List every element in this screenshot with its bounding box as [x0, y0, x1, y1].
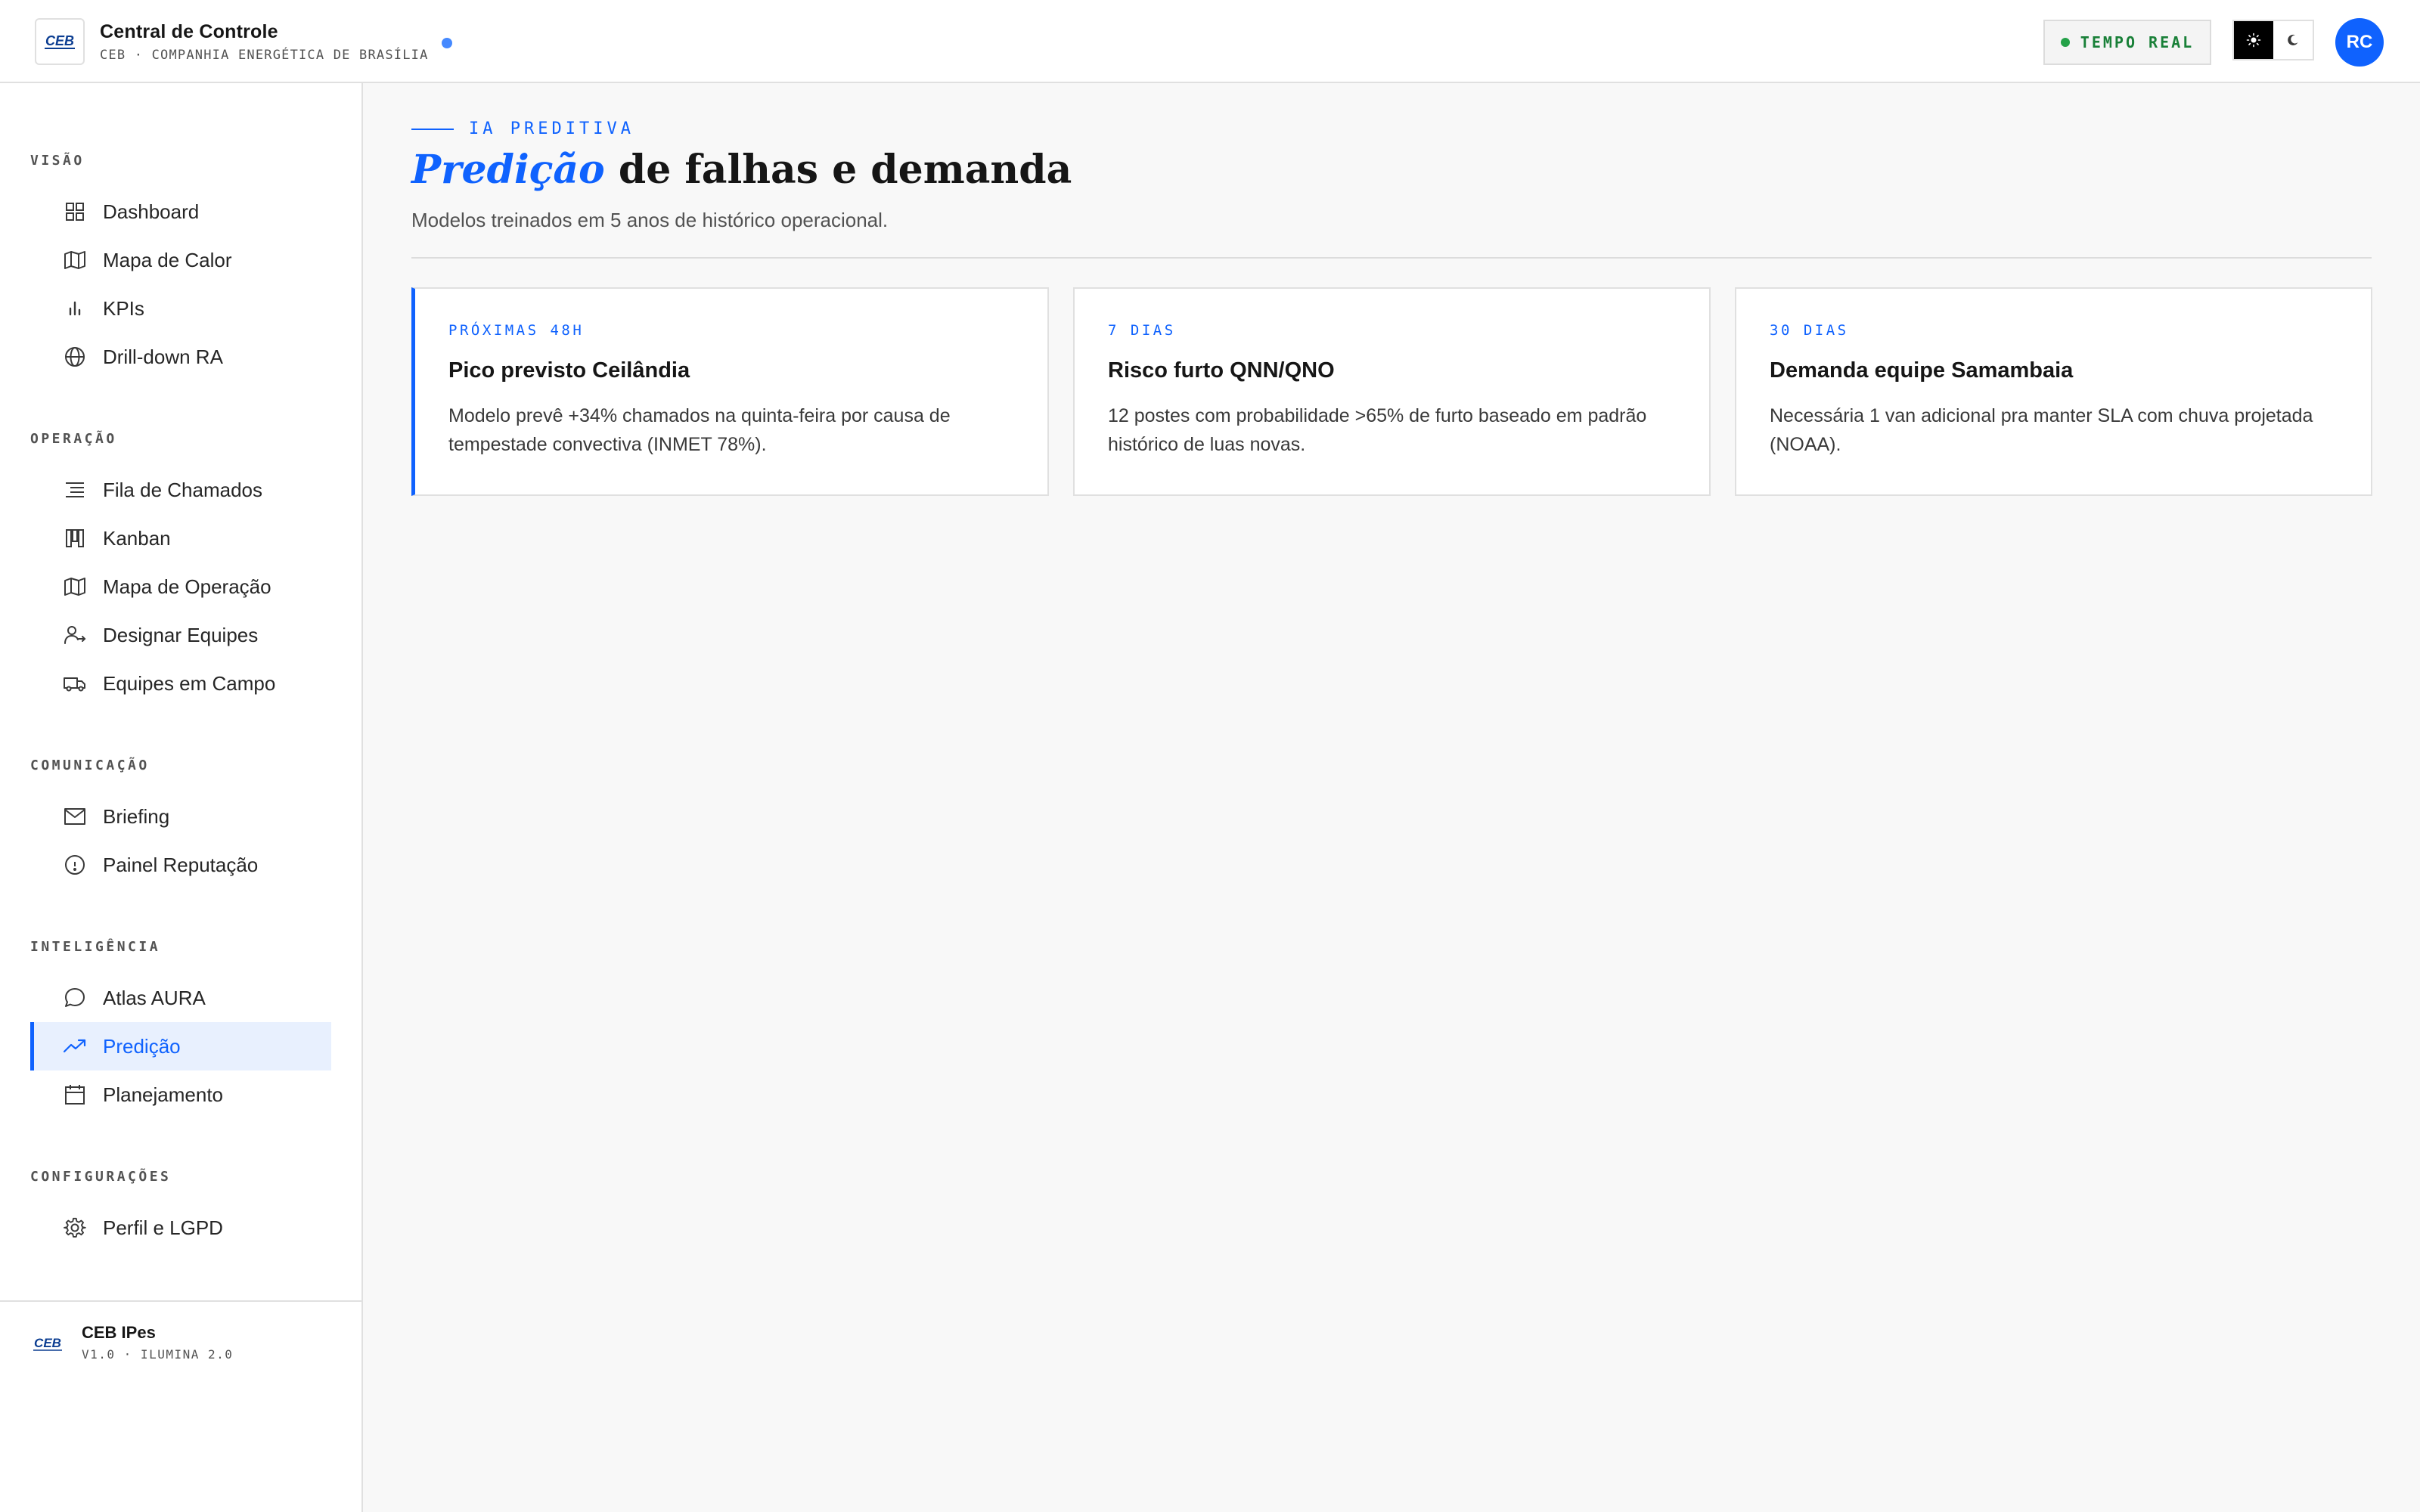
sidebar-item-label: Designar Equipes	[103, 623, 259, 646]
prediction-card[interactable]: 7 DIAS Risco furto QNN/QNO 12 postes com…	[1073, 287, 1711, 496]
realtime-badge: TEMPO REAL	[2043, 20, 2211, 65]
map-icon	[62, 247, 88, 273]
trend-icon	[62, 1033, 88, 1059]
nav-section-configuracoes: CONFIGURAÇÕES Perfil e LGPD	[0, 1169, 363, 1252]
calendar-icon	[62, 1082, 88, 1108]
card-title: Pico previsto Ceilândia	[448, 358, 690, 383]
page-subtitle: Modelos treinados em 5 anos de histórico…	[411, 209, 889, 231]
mail-icon	[62, 804, 88, 829]
sidebar-item-planejamento[interactable]: Planejamento	[30, 1070, 331, 1119]
sidebar-item-label: Predição	[103, 1034, 181, 1058]
sidebar-item-atlas-aura[interactable]: Atlas AURA	[30, 974, 331, 1022]
sidebar-item-kpis[interactable]: KPIs	[30, 284, 331, 333]
divider	[411, 257, 2372, 259]
svg-text:CEB: CEB	[34, 1336, 61, 1350]
sidebar-item-mapa-de-operacao[interactable]: Mapa de Operação	[30, 562, 331, 611]
info-circle-icon	[62, 852, 88, 878]
app-title: Central de Controle	[100, 21, 278, 42]
ceb-logo[interactable]: CEB	[35, 18, 85, 65]
sidebar-item-label: Mapa de Operação	[103, 575, 271, 598]
app-subtitle: CEB · COMPANHIA ENERGÉTICA DE BRASÍLIA	[100, 48, 429, 63]
card-horizon-tag: PRÓXIMAS 48H	[448, 322, 585, 339]
card-horizon-tag: 7 DIAS	[1108, 322, 1176, 339]
sidebar-item-label: Planejamento	[103, 1083, 223, 1106]
map-icon	[62, 574, 88, 600]
nav-section-inteligencia: INTELIGÊNCIA Atlas AURA Predição Planeja…	[0, 939, 363, 1119]
light-theme-button[interactable]	[2234, 21, 2273, 59]
sidebar-item-designar-equipes[interactable]: Designar Equipes	[30, 611, 331, 659]
sidebar-item-label: Drill-down RA	[103, 345, 223, 368]
theme-toggle	[2232, 20, 2314, 60]
sidebar-item-perfil-e-lgpd[interactable]: Perfil e LGPD	[30, 1204, 331, 1252]
sidebar-item-label: Briefing	[103, 804, 170, 828]
realtime-label: TEMPO REAL	[2080, 33, 2195, 51]
section-label: CONFIGURAÇÕES	[30, 1169, 172, 1185]
top-header: CEB Central de Controle CEB · COMPANHIA …	[0, 0, 2420, 83]
eyebrow-label: IA PREDITIVA	[469, 119, 634, 138]
gear-icon	[62, 1215, 88, 1241]
sidebar-item-label: Mapa de Calor	[103, 248, 232, 271]
card-title: Risco furto QNN/QNO	[1108, 358, 1335, 383]
sidebar-item-painel-reputacao[interactable]: Painel Reputação	[30, 841, 331, 889]
sidebar-item-label: KPIs	[103, 296, 144, 320]
nav-section-visao: VISÃO Dashboard Mapa de Calor KPIs Drill…	[0, 153, 363, 381]
prediction-cards: PRÓXIMAS 48H Pico previsto Ceilândia Mod…	[411, 287, 2372, 496]
live-indicator-dot	[2060, 38, 2070, 47]
nav-section-operacao: OPERAÇÃO Fila de Chamados Kanban Mapa de…	[0, 431, 363, 708]
globe-icon	[62, 344, 88, 370]
ceb-footer-logo: CEB	[30, 1329, 65, 1359]
section-label: VISÃO	[30, 153, 85, 169]
sidebar-item-label: Equipes em Campo	[103, 671, 276, 695]
card-description: Necessária 1 van adicional pra manter SL…	[1770, 405, 2313, 455]
dark-theme-button[interactable]	[2273, 21, 2313, 59]
card-horizon-tag: 30 DIAS	[1770, 322, 1849, 339]
section-label: INTELIGÊNCIA	[30, 939, 161, 955]
eyebrow: IA PREDITIVA	[411, 119, 634, 138]
sidebar-item-label: Dashboard	[103, 200, 200, 223]
prediction-card[interactable]: 30 DIAS Demanda equipe Samambaia Necessá…	[1735, 287, 2372, 496]
sidebar-item-briefing[interactable]: Briefing	[30, 792, 331, 841]
card-description: 12 postes com probabilidade >65% de furt…	[1108, 405, 1647, 455]
card-title: Demanda equipe Samambaia	[1770, 358, 2074, 383]
sidebar-item-label: Fila de Chamados	[103, 478, 262, 501]
prediction-card[interactable]: PRÓXIMAS 48H Pico previsto Ceilândia Mod…	[411, 287, 1049, 496]
kanban-icon	[62, 525, 88, 551]
nav-section-comunicacao: COMUNICAÇÃO Briefing Painel Reputação	[0, 758, 363, 889]
page-title-accent: Predição	[411, 147, 605, 193]
card-description: Modelo prevê +34% chamados na quinta-fei…	[448, 405, 951, 455]
grid-icon	[62, 199, 88, 225]
sidebar-item-dashboard[interactable]: Dashboard	[30, 187, 331, 236]
sidebar-item-fila-de-chamados[interactable]: Fila de Chamados	[30, 466, 331, 514]
sidebar-item-drill-down-ra[interactable]: Drill-down RA	[30, 333, 331, 381]
page-title: Predição de falhas e demanda	[411, 147, 1072, 193]
user-assign-icon	[62, 622, 88, 648]
sidebar-item-label: Painel Reputação	[103, 853, 259, 876]
section-label: OPERAÇÃO	[30, 431, 117, 447]
moon-icon	[2288, 34, 2298, 45]
sidebar-item-predicao[interactable]: Predição	[30, 1022, 331, 1070]
sidebar-item-mapa-de-calor[interactable]: Mapa de Calor	[30, 236, 331, 284]
footer-app-name: CEB IPes	[82, 1323, 156, 1342]
sidebar-footer: CEB CEB IPes V1.0 · ILUMINA 2.0	[0, 1300, 361, 1512]
eyebrow-line	[411, 128, 454, 130]
sidebar-item-label: Kanban	[103, 526, 171, 550]
truck-icon	[62, 671, 88, 696]
sidebar: VISÃO Dashboard Mapa de Calor KPIs Drill…	[0, 83, 363, 1512]
status-dot	[442, 38, 452, 48]
chat-icon	[62, 985, 88, 1011]
footer-version: V1.0 · ILUMINA 2.0	[82, 1347, 234, 1362]
brand-text: Central de Controle CEB · COMPANHIA ENER…	[100, 21, 429, 63]
page-title-rest: de falhas e demanda	[604, 147, 1072, 193]
sidebar-item-label: Perfil e LGPD	[103, 1216, 223, 1239]
section-label: COMUNICAÇÃO	[30, 758, 150, 773]
list-icon	[62, 477, 88, 503]
sun-icon	[2246, 33, 2261, 48]
sidebar-item-kanban[interactable]: Kanban	[30, 514, 331, 562]
sidebar-item-label: Atlas AURA	[103, 986, 206, 1009]
main-content: IA PREDITIVA Predição de falhas e demand…	[363, 83, 2420, 1512]
user-avatar[interactable]: RC	[2335, 18, 2384, 67]
svg-text:CEB: CEB	[45, 33, 74, 48]
bar-chart-icon	[62, 296, 88, 321]
sidebar-item-equipes-em-campo[interactable]: Equipes em Campo	[30, 659, 331, 708]
